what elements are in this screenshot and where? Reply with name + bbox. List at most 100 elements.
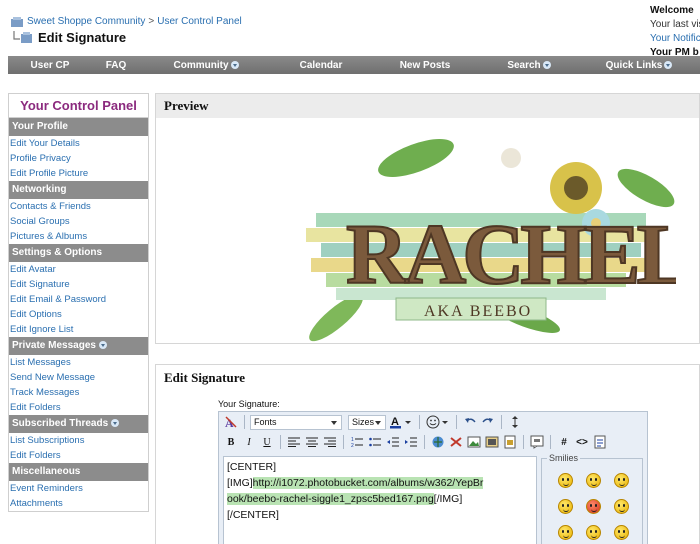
welcome-box: Welcome Your last visi Your Notific Your… [650, 4, 700, 60]
resize-editor-icon[interactable] [507, 414, 523, 430]
smiley-icon[interactable] [586, 525, 601, 540]
sidebar-link-edit-avatar[interactable]: Edit Avatar [9, 262, 148, 277]
sidebar-link-edit-folders-pm[interactable]: Edit Folders [9, 400, 148, 415]
html-code-icon[interactable] [592, 434, 608, 450]
bold-icon[interactable]: B [223, 434, 239, 450]
indent-icon[interactable] [403, 434, 419, 450]
sidebar-link-list-messages[interactable]: List Messages [9, 355, 148, 370]
sidebar-link-pictures-albums[interactable]: Pictures & Albums [9, 229, 148, 244]
align-left-icon[interactable] [286, 434, 302, 450]
insert-image-icon[interactable] [466, 434, 482, 450]
quote-icon[interactable] [529, 434, 545, 450]
page-title: Edit Signature [38, 30, 127, 45]
signature-line-text: [IMG] [227, 477, 253, 489]
smilies-label: Smilies [547, 453, 581, 463]
breadcrumb-separator: > [148, 16, 155, 27]
italic-icon[interactable]: I [241, 434, 257, 450]
nav-calendar-label: Calendar [299, 59, 343, 71]
smiley-icon[interactable] [558, 473, 573, 488]
nav-new-posts[interactable]: New Posts [370, 60, 480, 71]
signature-preview-image: RACHEL AKA BEEBO [306, 139, 676, 342]
signature-line: [/CENTER] [227, 507, 533, 523]
sidebar-link-send-new-message[interactable]: Send New Message [9, 370, 148, 385]
forum-home-icon[interactable] [10, 16, 24, 27]
undo-icon[interactable] [462, 414, 478, 430]
breadcrumb-community-link[interactable]: Sweet Shoppe Community [27, 16, 145, 27]
sidebar-link-edit-options[interactable]: Edit Options [9, 307, 148, 322]
smiley-icon[interactable] [614, 525, 629, 540]
sidebar-link-track-messages[interactable]: Track Messages [9, 385, 148, 400]
nav-user-cp[interactable]: User CP [8, 60, 92, 71]
preview-panel: Preview RACHEL AKA BEEBO [155, 93, 700, 344]
insert-video-icon[interactable] [484, 434, 500, 450]
angry-smiley-icon[interactable] [586, 499, 601, 514]
sidebar-link-edit-details[interactable]: Edit Your Details [9, 136, 148, 151]
nav-faq[interactable]: FAQ [92, 60, 140, 71]
sidebar-link-attachments[interactable]: Attachments [9, 496, 148, 511]
toolbar-divider [419, 415, 420, 429]
sidebar-link-edit-email-password[interactable]: Edit Email & Password [9, 292, 148, 307]
attachment-icon[interactable] [502, 434, 518, 450]
sidebar-link-edit-signature[interactable]: Edit Signature [9, 277, 148, 292]
code-icon[interactable]: <> [574, 434, 590, 450]
nav-calendar[interactable]: Calendar [272, 60, 370, 71]
signature-line: ook/beebo-rachel-siggle1_zpsc5bed167.png… [227, 491, 533, 507]
signature-art-name: RACHEL [346, 206, 676, 302]
remove-link-icon[interactable] [448, 434, 464, 450]
underline-icon[interactable]: U [259, 434, 275, 450]
size-select[interactable]: Sizes [348, 414, 386, 430]
sidebar-section-private-messages[interactable]: Private Messages [9, 337, 148, 355]
text-color-icon[interactable]: A [388, 414, 414, 430]
outdent-icon[interactable] [385, 434, 401, 450]
sidebar-section-label: Settings & Options [12, 247, 102, 258]
welcome-title: Welcome [650, 5, 694, 16]
sidebar-section-subscribed-threads[interactable]: Subscribed Threads [9, 415, 148, 433]
smiley-icon[interactable] [558, 525, 573, 540]
ordered-list-icon[interactable]: 12 [349, 434, 365, 450]
notifications-link[interactable]: Your Notific [650, 32, 700, 46]
sidebar-link-social-groups[interactable]: Social Groups [9, 214, 148, 229]
smiley-icon[interactable] [614, 473, 629, 488]
sidebar-link-edit-ignore-list[interactable]: Edit Ignore List [9, 322, 148, 337]
toolbar-divider [244, 415, 245, 429]
toolbar-divider [501, 415, 502, 429]
smiley-icon[interactable] [614, 499, 629, 514]
nav-quick-links-label: Quick Links [605, 59, 663, 71]
align-right-icon[interactable] [322, 434, 338, 450]
svg-text:2: 2 [351, 443, 354, 448]
toolbar-divider [343, 435, 344, 449]
sidebar-section-label: Your Profile [12, 121, 68, 132]
redo-icon[interactable] [480, 414, 496, 430]
sidebar-link-list-subscriptions[interactable]: List Subscriptions [9, 433, 148, 448]
your-signature-label: Your Signature: [218, 399, 280, 409]
signature-line: [CENTER] [227, 459, 533, 475]
signature-line-text: [/IMG] [433, 493, 463, 505]
smiley-menu-icon[interactable] [425, 414, 451, 430]
signature-textarea[interactable]: [CENTER] [IMG]http://i1072.photobucket.c… [223, 456, 537, 544]
hash-tag-icon[interactable]: # [556, 434, 572, 450]
smiley-icon[interactable] [586, 473, 601, 488]
sidebar-link-contacts-friends[interactable]: Contacts & Friends [9, 199, 148, 214]
preview-heading: Preview [156, 94, 699, 118]
signature-line-text: [CENTER] [227, 461, 277, 473]
control-panel-sidebar: Your Control Panel Your Profile Edit You… [8, 93, 149, 512]
chevron-down-icon [542, 60, 551, 69]
nav-search[interactable]: Search [480, 60, 578, 71]
sidebar-link-edit-profile-picture[interactable]: Edit Profile Picture [9, 166, 148, 181]
page-title-row: Edit Signature [12, 30, 126, 45]
nav-community[interactable]: Community [140, 60, 272, 71]
smiley-icon[interactable] [558, 499, 573, 514]
nav-search-label: Search [507, 59, 541, 71]
nav-quick-links[interactable]: Quick Links [578, 60, 700, 71]
sidebar-link-profile-privacy[interactable]: Profile Privacy [9, 151, 148, 166]
font-select[interactable]: Fonts [250, 414, 342, 430]
remove-format-icon[interactable]: A [223, 414, 239, 430]
tree-branch-icon [13, 30, 32, 43]
unordered-list-icon[interactable] [367, 434, 383, 450]
align-center-icon[interactable] [304, 434, 320, 450]
insert-link-icon[interactable] [430, 434, 446, 450]
toolbar-divider [550, 435, 551, 449]
sidebar-link-event-reminders[interactable]: Event Reminders [9, 481, 148, 496]
sidebar-link-edit-folders-subs[interactable]: Edit Folders [9, 448, 148, 463]
breadcrumb-ucp-link[interactable]: User Control Panel [157, 16, 241, 27]
